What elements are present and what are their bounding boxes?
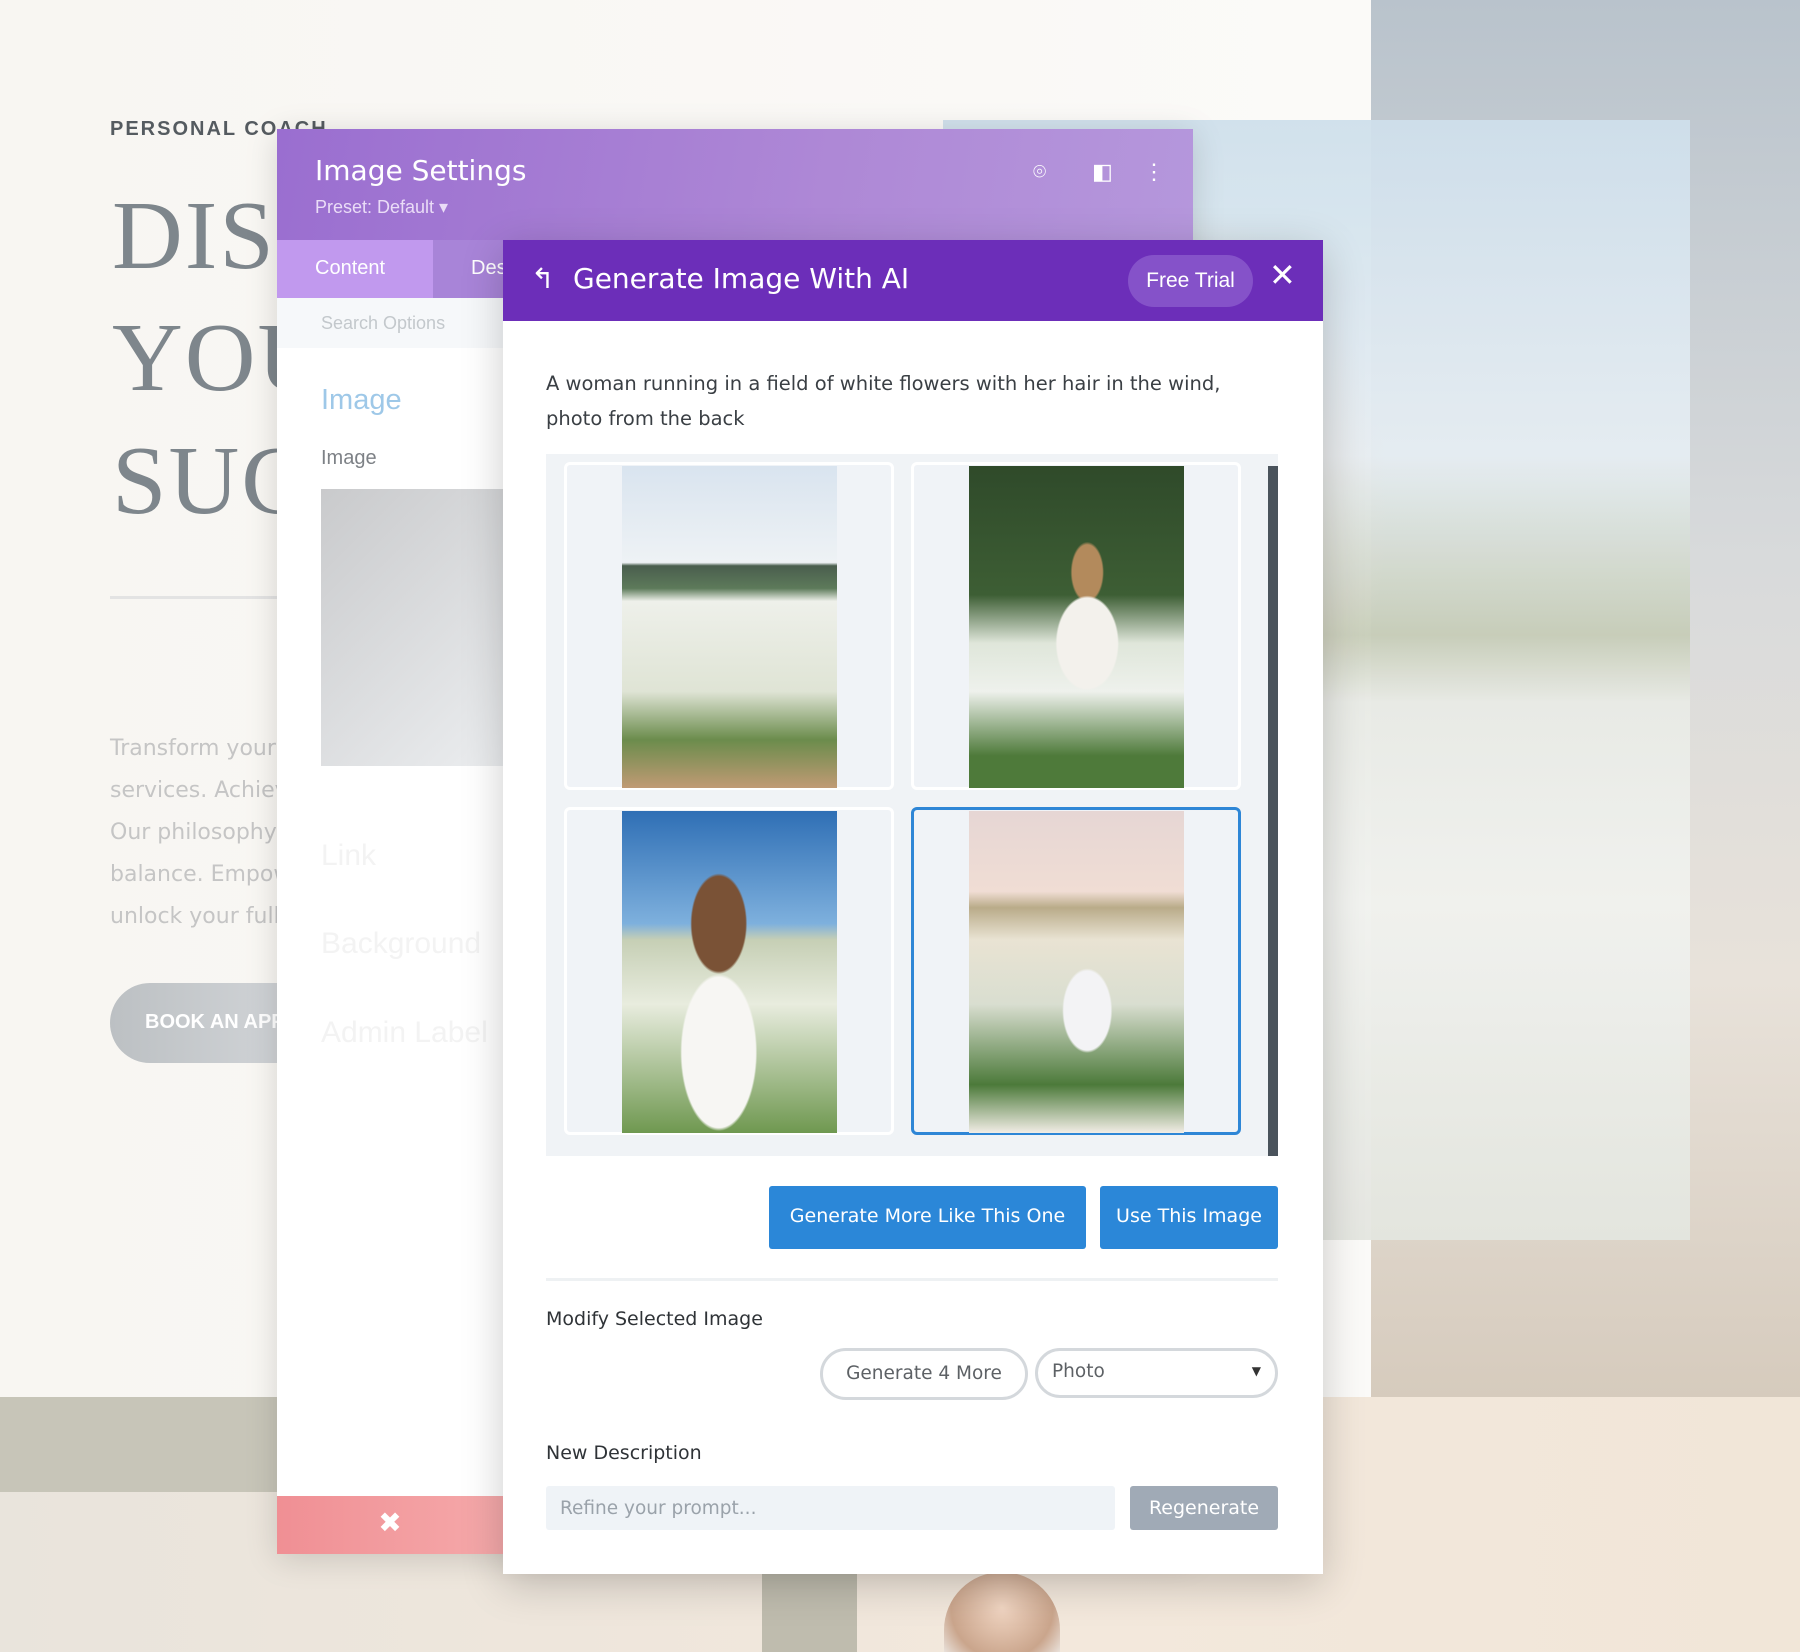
close-icon[interactable]: ✕ xyxy=(1269,256,1296,294)
section-heading-image[interactable]: Image xyxy=(321,384,402,417)
prompt-text: A woman running in a field of white flow… xyxy=(546,372,1221,430)
regenerate-button[interactable]: Regenerate xyxy=(1130,1486,1278,1530)
decorative-column xyxy=(762,1574,857,1652)
section-heading-link[interactable]: Link xyxy=(321,839,376,873)
paragraph-line: Transform your xyxy=(110,736,276,761)
result-image-1[interactable] xyxy=(564,462,894,790)
result-image-4-selected[interactable] xyxy=(911,807,1241,1135)
paragraph-line: Our philosophy xyxy=(110,820,277,845)
generate-more-like-this-button[interactable]: Generate More Like This One xyxy=(769,1186,1086,1249)
style-select-value: Photo xyxy=(1052,1361,1105,1382)
image-upload-preview[interactable] xyxy=(321,489,511,766)
free-trial-badge[interactable]: Free Trial xyxy=(1128,255,1253,307)
image-field-label: Image xyxy=(321,447,377,469)
divider xyxy=(546,1278,1278,1281)
paragraph-line: services. Achieve xyxy=(110,778,302,803)
chevron-down-icon: ▼ xyxy=(1251,1364,1261,1378)
search-options-input[interactable]: Search Options xyxy=(277,298,507,348)
result-image-3[interactable] xyxy=(564,807,894,1135)
section-heading-admin-label[interactable]: Admin Label xyxy=(321,1016,488,1050)
generated-photo xyxy=(622,811,837,1133)
divider xyxy=(110,596,280,599)
settings-title: Image Settings xyxy=(315,154,527,187)
close-icon: ✖ xyxy=(378,1507,402,1538)
tab-content[interactable]: Content xyxy=(277,240,433,298)
scrollbar[interactable] xyxy=(1268,466,1278,1156)
generated-photo xyxy=(969,466,1184,788)
image-results-grid xyxy=(546,454,1278,1156)
modal-header: ↰ Generate Image With AI Free Trial ✕ xyxy=(503,240,1323,321)
back-icon[interactable]: ↰ xyxy=(531,262,554,295)
generated-photo xyxy=(622,466,837,788)
generated-photo xyxy=(969,811,1184,1133)
section-heading-background[interactable]: Background xyxy=(321,927,481,961)
style-select[interactable]: Photo ▼ xyxy=(1035,1348,1278,1398)
modal-title: Generate Image With AI xyxy=(573,262,910,295)
generate-image-modal: ↰ Generate Image With AI Free Trial ✕ A … xyxy=(503,240,1323,1574)
result-image-2[interactable] xyxy=(911,462,1241,790)
modify-selected-label: Modify Selected Image xyxy=(546,1308,763,1330)
discard-button[interactable]: ✖ xyxy=(277,1496,503,1554)
settings-header: Image Settings Preset: Default ▾ ⌾ ◧ ⋮ xyxy=(277,129,1193,240)
more-vertical-icon[interactable]: ⋮ xyxy=(1143,159,1165,185)
decorative-band xyxy=(0,1397,280,1492)
paragraph-line: unlock your full xyxy=(110,904,280,929)
new-description-label: New Description xyxy=(546,1442,702,1464)
split-view-icon[interactable]: ◧ xyxy=(1092,159,1113,185)
preset-dropdown[interactable]: Preset: Default ▾ xyxy=(315,197,448,218)
refine-prompt-input[interactable] xyxy=(546,1486,1115,1530)
generate-4-more-button[interactable]: Generate 4 More xyxy=(820,1348,1028,1400)
use-this-image-button[interactable]: Use This Image xyxy=(1100,1186,1278,1249)
focus-icon[interactable]: ⌾ xyxy=(1033,159,1046,185)
